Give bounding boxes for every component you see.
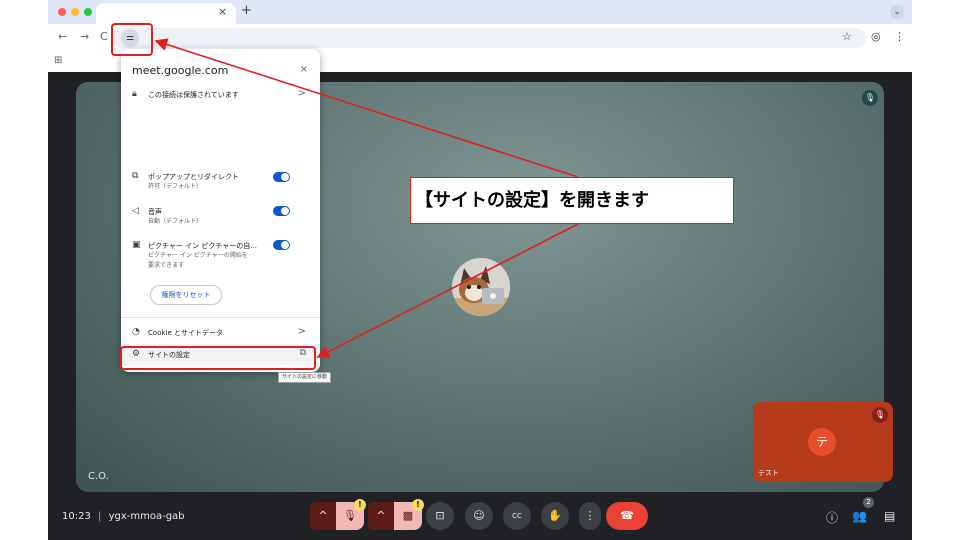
instruction-callout: 【サイトの設定】を開きます — [410, 177, 734, 224]
screen: × + ⌄ ← → C ⚌ ☆ ◎ ⋮ ⊞ 🎙 C.O. 🎙 テ テスト 10:… — [0, 0, 960, 540]
annotation-arrows — [154, 38, 579, 358]
arrow-to-site-settings-row — [316, 223, 579, 358]
arrow-to-site-info-button — [154, 38, 579, 178]
